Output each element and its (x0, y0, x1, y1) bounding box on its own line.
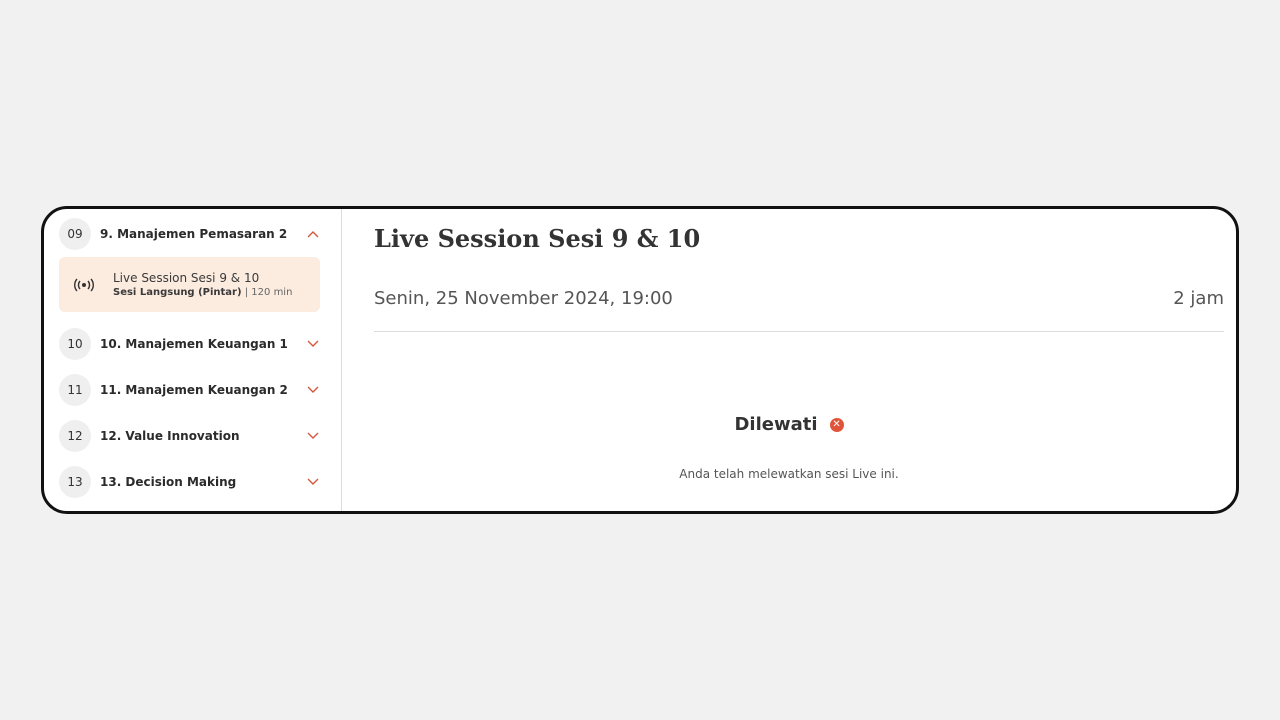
module-number: 13 (59, 466, 91, 498)
module-item-09[interactable]: 09 9. Manajemen Pemasaran 2 (59, 217, 324, 251)
chevron-up-icon[interactable] (302, 223, 324, 245)
session-duration: 2 jam (1173, 288, 1224, 309)
module-number: 11 (59, 374, 91, 406)
chevron-down-icon[interactable] (302, 333, 324, 355)
module-title: 12. Value Innovation (100, 429, 240, 443)
chevron-down-icon[interactable] (302, 425, 324, 447)
module-title: 10. Manajemen Keuangan 1 (100, 337, 288, 351)
lesson-duration: | 120 min (244, 286, 293, 298)
module-title: 13. Decision Making (100, 475, 237, 489)
module-item-12[interactable]: 12 12. Value Innovation (59, 419, 324, 453)
session-detail: Live Session Sesi 9 & 10 Senin, 25 Novem… (342, 209, 1236, 511)
module-sidebar: 09 9. Manajemen Pemasaran 2 Live Session… (44, 209, 342, 511)
chevron-down-icon[interactable] (302, 471, 324, 493)
module-number: 09 (59, 218, 91, 250)
divider (374, 331, 1224, 332)
broadcast-icon (59, 278, 109, 292)
module-item-10[interactable]: 10 10. Manajemen Keuangan 1 (59, 327, 324, 361)
status-row: Dilewati ✕ (342, 414, 1236, 435)
module-number: 10 (59, 328, 91, 360)
chevron-down-icon[interactable] (302, 379, 324, 401)
status-message: Anda telah melewatkan sesi Live ini. (679, 467, 899, 481)
module-number: 12 (59, 420, 91, 452)
module-item-11[interactable]: 11 11. Manajemen Keuangan 2 (59, 373, 324, 407)
course-panel: 09 9. Manajemen Pemasaran 2 Live Session… (41, 206, 1239, 514)
session-date: Senin, 25 November 2024, 19:00 (374, 288, 673, 309)
lesson-item-live-session[interactable]: Live Session Sesi 9 & 10 Sesi Langsung (… (59, 257, 320, 312)
module-title: 11. Manajemen Keuangan 2 (100, 383, 288, 397)
close-circle-icon: ✕ (829, 417, 844, 432)
module-item-13[interactable]: 13 13. Decision Making (59, 465, 324, 499)
lesson-title: Live Session Sesi 9 & 10 (113, 270, 260, 285)
status-label: Dilewati (734, 414, 818, 435)
lesson-meta: Sesi Langsung (Pintar) | 120 min (113, 286, 292, 300)
module-title: 9. Manajemen Pemasaran 2 (100, 227, 288, 241)
lesson-type: Sesi Langsung (Pintar) (113, 286, 242, 298)
page-title: Live Session Sesi 9 & 10 (374, 224, 701, 253)
